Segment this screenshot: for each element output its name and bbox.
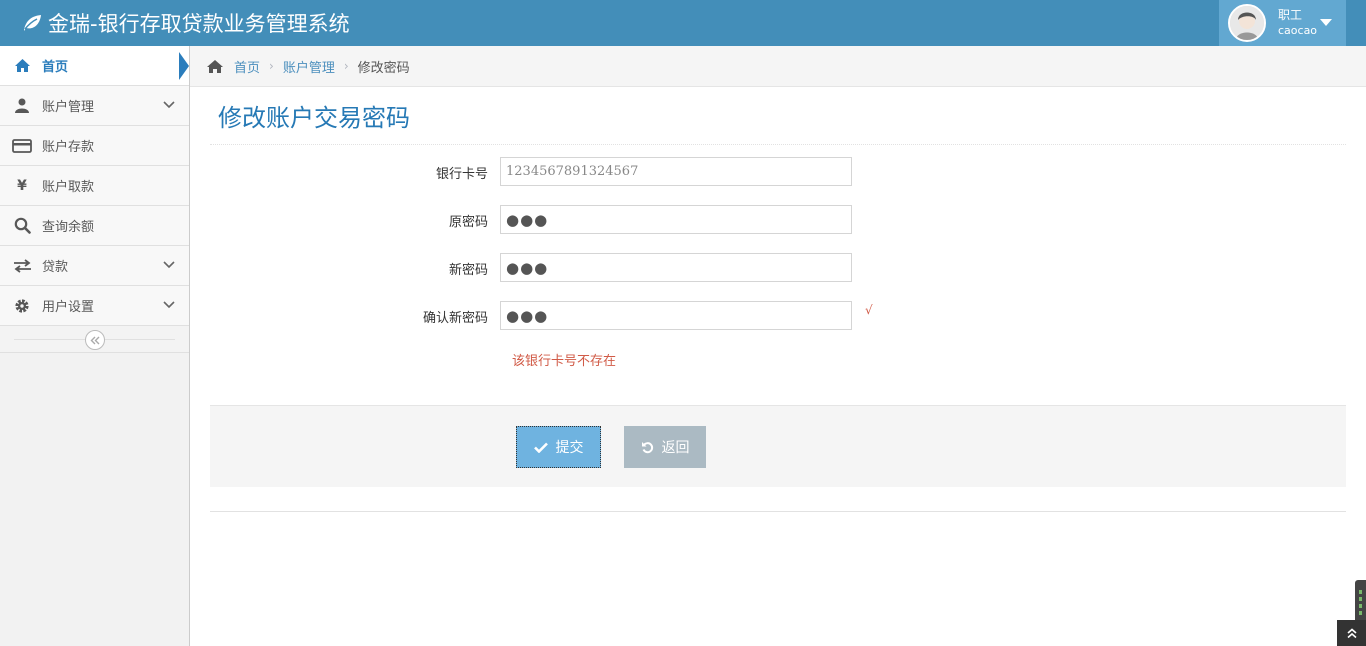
sidebar-item-home[interactable]: 首页 <box>0 46 189 86</box>
sidebar-item-withdraw[interactable]: ¥ 账户取款 <box>0 166 189 206</box>
sidebar-item-label: 首页 <box>42 60 69 75</box>
form-row-new-password: 新密码 ●●● <box>210 253 910 282</box>
yen-icon: ¥ <box>17 177 27 194</box>
search-icon <box>12 216 32 236</box>
chevron-down-icon <box>163 298 175 313</box>
back-button-label: 返回 <box>661 440 690 456</box>
chevron-down-icon <box>163 98 175 113</box>
chevron-down-icon <box>163 258 175 273</box>
submit-button[interactable]: 提交 <box>516 426 601 468</box>
user-name: caocao <box>1278 24 1318 37</box>
sidebar-collapse-bar <box>0 326 189 353</box>
submit-button-label: 提交 <box>555 440 584 456</box>
double-chevron-up-icon <box>1346 627 1357 639</box>
divider <box>210 511 1346 512</box>
check-icon <box>533 442 548 453</box>
form-row-confirm-password: 确认新密码 ●●● <box>210 301 910 330</box>
breadcrumb-current: 修改密码 <box>357 60 410 76</box>
form-row-old-password: 原密码 ●●● <box>210 205 910 234</box>
user-icon <box>12 96 32 116</box>
cog-icon <box>12 296 32 316</box>
old-password-label: 原密码 <box>448 215 488 230</box>
sidebar-item-deposit[interactable]: 账户存款 <box>0 126 189 166</box>
exchange-icon <box>12 256 32 276</box>
confirm-password-input[interactable]: ●●● <box>500 301 852 330</box>
sidebar-item-account-management[interactable]: 账户管理 <box>0 86 189 126</box>
sidebar-item-label: 查询余额 <box>42 220 95 235</box>
user-role: 职工 <box>1278 8 1303 22</box>
sidebar-item-loan[interactable]: 贷款 <box>0 246 189 286</box>
caret-down-icon <box>1320 19 1332 26</box>
form-actions: 提交 返回 <box>210 405 1346 487</box>
sidebar-item-user-settings[interactable]: 用户设置 <box>0 286 189 326</box>
sidebar-collapse-button[interactable] <box>85 330 105 350</box>
scroll-top-button[interactable] <box>1337 620 1366 646</box>
sidebar-item-label: 账户管理 <box>42 100 95 115</box>
sidebar: 首页 账户管理 账户存款 ¥ 账户取款 查询余额 贷款 用户设置 <box>0 46 190 646</box>
back-button[interactable]: 返回 <box>624 426 706 468</box>
breadcrumb-separator-icon: › <box>343 59 349 73</box>
sidebar-item-label: 用户设置 <box>42 300 95 315</box>
old-password-input[interactable]: ●●● <box>500 205 852 234</box>
undo-icon <box>641 441 654 454</box>
leaf-icon <box>22 14 42 32</box>
new-password-input[interactable]: ●●● <box>500 253 852 282</box>
home-icon[interactable] <box>206 59 224 74</box>
divider <box>210 144 1346 145</box>
sidebar-item-label: 账户取款 <box>42 180 95 195</box>
form-row-card: 银行卡号 1234567891324567 <box>210 157 910 186</box>
double-chevron-left-icon <box>90 336 100 345</box>
sidebar-item-balance[interactable]: 查询余额 <box>0 206 189 246</box>
error-message: 该银行卡号不存在 <box>512 354 617 369</box>
user-menu[interactable]: 职工 caocao <box>1219 0 1346 46</box>
breadcrumb-separator-icon: › <box>269 59 274 73</box>
breadcrumb-section[interactable]: 账户管理 <box>283 57 335 76</box>
sidebar-item-label: 账户存款 <box>42 140 95 155</box>
breadcrumb: 首页 › 账户管理 › 修改密码 <box>190 46 1366 87</box>
navbar: 金瑞-银行存取贷款业务管理系统 职工 caocao <box>0 0 1366 46</box>
home-icon <box>12 56 32 76</box>
confirm-password-label: 确认新密码 <box>422 311 488 326</box>
credit-card-icon <box>12 136 32 156</box>
brand[interactable]: 金瑞-银行存取贷款业务管理系统 <box>22 0 350 46</box>
page-title: 修改账户交易密码 <box>218 104 410 132</box>
confirm-valid-check-icon: √ <box>865 303 873 317</box>
card-number-input[interactable]: 1234567891324567 <box>500 157 852 186</box>
new-password-label: 新密码 <box>448 263 488 278</box>
sidebar-item-label: 贷款 <box>42 260 69 275</box>
breadcrumb-home[interactable]: 首页 <box>234 57 260 76</box>
card-number-label: 银行卡号 <box>435 167 488 182</box>
app-title: 金瑞-银行存取贷款业务管理系统 <box>48 12 350 36</box>
avatar <box>1228 4 1266 42</box>
